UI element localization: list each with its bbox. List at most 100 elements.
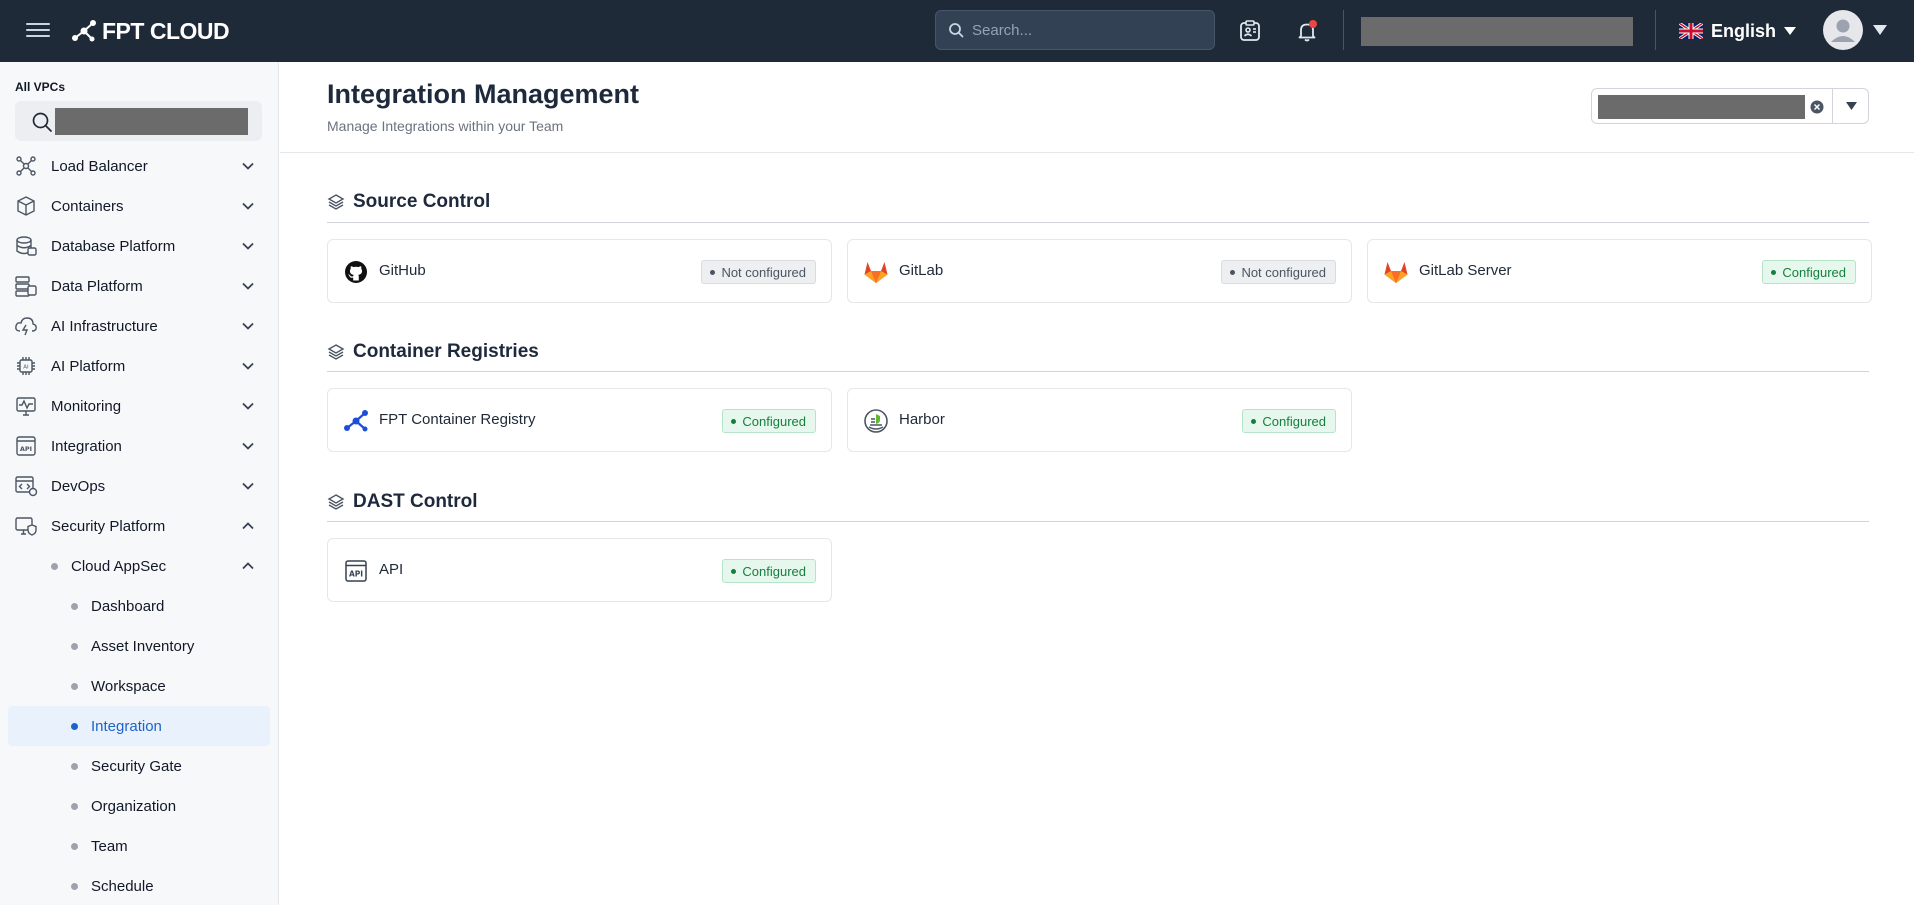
- chevron-down-icon: [242, 482, 254, 490]
- status-dot: [1251, 418, 1257, 424]
- caret-down-icon: [1784, 27, 1797, 35]
- status-dot: [1771, 269, 1777, 275]
- sidebar-item-label: Monitoring: [51, 397, 122, 415]
- section-title-label: DAST Control: [353, 491, 478, 512]
- search-icon: [32, 112, 52, 132]
- language-label: English: [1711, 20, 1777, 41]
- sidebar-item-ai-infrastructure[interactable]: AI Infrastructure: [0, 306, 278, 346]
- sidebar-item-cloud-appsec[interactable]: Cloud AppSec: [0, 546, 278, 586]
- hamburger-menu-icon[interactable]: [26, 19, 50, 43]
- page-header: Integration Management Manage Integratio…: [280, 62, 1914, 153]
- notification-bell-icon[interactable]: [1292, 16, 1322, 46]
- sidebar-item-label: Cloud AppSec: [71, 557, 167, 575]
- sidebar-item-data-platform[interactable]: Data Platform: [0, 266, 278, 306]
- security-screen-icon: [14, 514, 38, 538]
- integration-name: API: [379, 561, 404, 578]
- svg-text:AI: AI: [23, 365, 29, 371]
- language-selector[interactable]: English: [1679, 18, 1797, 44]
- svg-text:API: API: [20, 445, 32, 453]
- topbar-divider: [1343, 10, 1344, 50]
- chevron-down-icon: [242, 362, 254, 370]
- gitlab-icon: [863, 259, 889, 285]
- sidebar-subitem-schedule[interactable]: Schedule: [0, 866, 278, 905]
- user-card-icon[interactable]: [1235, 16, 1265, 46]
- sidebar: All VPCs Load Balancer Containers Databa…: [0, 62, 279, 905]
- uk-flag-icon: [1679, 23, 1703, 39]
- chevron-down-icon: [242, 202, 254, 210]
- gitlab-server-icon: [1383, 259, 1409, 285]
- section-divider: [327, 222, 1869, 223]
- code-window-icon: [14, 474, 38, 498]
- sidebar-item-database-platform[interactable]: Database Platform: [0, 226, 278, 266]
- sidebar-item-label: Containers: [51, 197, 124, 215]
- layers-icon: [327, 494, 345, 510]
- sidebar-item-label: AI Platform: [51, 357, 126, 375]
- status-badge: Configured: [722, 409, 816, 433]
- chevron-down-icon: [242, 442, 254, 450]
- integration-card-fpt-container-registry[interactable]: FPT Container Registry Configured: [327, 388, 832, 452]
- sidebar-subitem-organization[interactable]: Organization: [0, 786, 278, 826]
- section-title-dast-control: DAST Control: [327, 490, 478, 514]
- vpc-label: All VPCs: [15, 80, 66, 94]
- integration-name: GitLab: [899, 262, 944, 279]
- top-navbar: FPT CLOUD Search... English: [0, 0, 1914, 62]
- global-search-input[interactable]: [972, 21, 1192, 39]
- network-nodes-icon: [14, 154, 38, 178]
- bullet-dot: [71, 882, 78, 890]
- sidebar-subitem-dashboard[interactable]: Dashboard: [0, 586, 278, 626]
- github-icon: [343, 259, 369, 285]
- sidebar-item-containers[interactable]: Containers: [0, 186, 278, 226]
- clear-icon[interactable]: [1810, 100, 1824, 114]
- account-menu-caret-icon[interactable]: [1873, 23, 1887, 41]
- sidebar-item-integration[interactable]: API Integration: [0, 426, 278, 466]
- sidebar-subitem-security-gate[interactable]: Security Gate: [0, 746, 278, 786]
- sidebar-subitem-integration[interactable]: Integration: [8, 706, 270, 746]
- chevron-down-icon: [242, 282, 254, 290]
- data-stack-icon: [14, 274, 38, 298]
- global-search[interactable]: [935, 10, 1215, 50]
- integration-name: GitLab Server: [1419, 262, 1512, 279]
- logo-text: FPT CLOUD: [102, 17, 230, 44]
- status-dot: [1230, 269, 1236, 275]
- integration-card-gitlab-server[interactable]: GitLab Server Configured: [1367, 239, 1872, 303]
- status-badge: Not configured: [1221, 260, 1336, 284]
- vpc-search-input[interactable]: [15, 101, 262, 141]
- sidebar-subitem-asset-inventory[interactable]: Asset Inventory: [0, 626, 278, 666]
- sidebar-item-label: Security Platform: [51, 517, 166, 535]
- integration-card-github[interactable]: GitHub Not configured: [327, 239, 832, 303]
- sidebar-item-devops[interactable]: DevOps: [0, 466, 278, 506]
- status-text: Configured: [742, 413, 806, 429]
- sidebar-item-label: Database Platform: [51, 237, 176, 255]
- database-icon: [14, 234, 38, 258]
- fpt-cloud-logo[interactable]: FPT CLOUD: [70, 16, 230, 46]
- sidebar-subitem-label: Integration: [91, 717, 162, 735]
- sidebar-item-monitoring[interactable]: Monitoring: [0, 386, 278, 426]
- sidebar-item-load-balancer[interactable]: Load Balancer: [0, 146, 278, 186]
- cloud-bolt-icon: [14, 314, 38, 338]
- monitor-pulse-icon: [14, 394, 38, 418]
- sidebar-subitem-workspace[interactable]: Workspace: [0, 666, 278, 706]
- team-select[interactable]: [1591, 88, 1869, 124]
- sidebar-item-security-platform[interactable]: Security Platform: [0, 506, 278, 546]
- sidebar-subitem-label: Schedule: [91, 877, 154, 895]
- api-icon: API: [14, 434, 38, 458]
- page-title: Integration Management: [327, 79, 640, 109]
- chevron-down-icon: [242, 322, 254, 330]
- sidebar-item-ai-platform[interactable]: AI AI Platform: [0, 346, 278, 386]
- chevron-down-icon: [242, 242, 254, 250]
- integration-card-gitlab[interactable]: GitLab Not configured: [847, 239, 1352, 303]
- chevron-down-icon: [242, 162, 254, 170]
- layers-icon: [327, 194, 345, 210]
- section-title-label: Source Control: [353, 191, 491, 212]
- user-avatar[interactable]: [1823, 10, 1863, 50]
- status-dot: [731, 418, 737, 424]
- status-badge: Not configured: [701, 260, 816, 284]
- integration-card-api[interactable]: API API Configured: [327, 538, 832, 602]
- integration-card-harbor[interactable]: Harbor Configured: [847, 388, 1352, 452]
- sidebar-subitem-label: Organization: [91, 797, 177, 815]
- caret-down-icon[interactable]: [1846, 101, 1857, 111]
- bullet-dot: [71, 722, 78, 730]
- sidebar-item-label: AI Infrastructure: [51, 317, 158, 335]
- redacted-vpc-value: [55, 108, 248, 135]
- sidebar-subitem-team[interactable]: Team: [0, 826, 278, 866]
